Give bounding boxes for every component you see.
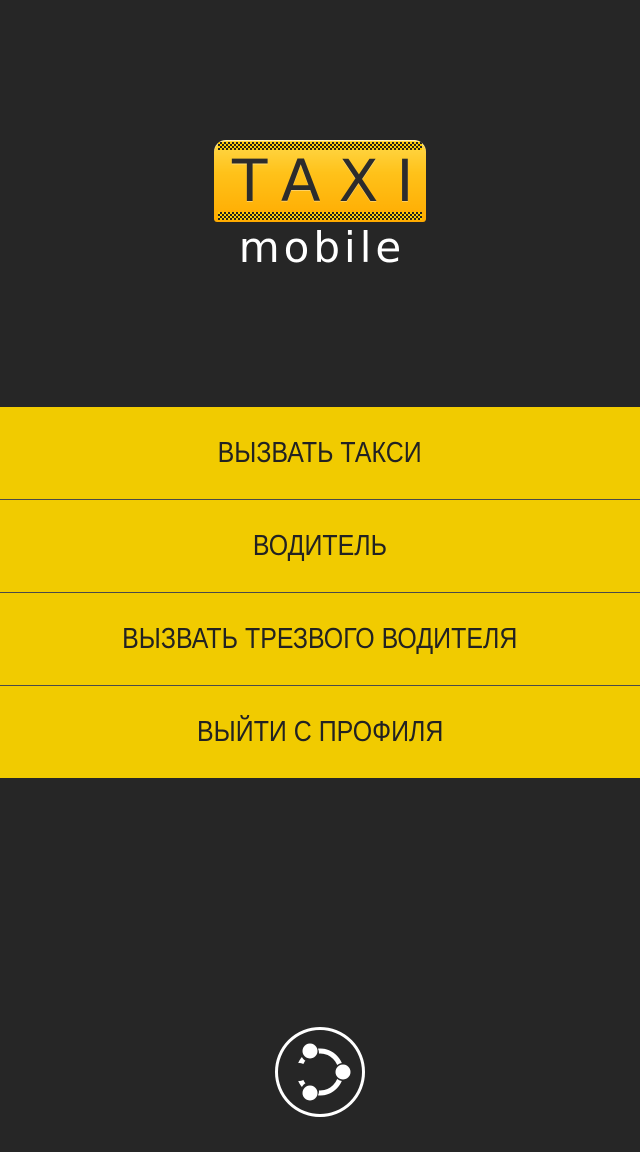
taxi-badge: TAXI: [214, 140, 426, 222]
logout-button[interactable]: ВЫЙТИ С ПРОФИЛЯ: [0, 686, 640, 778]
driver-button[interactable]: ВОДИТЕЛЬ: [0, 500, 640, 593]
app-logo: TAXI mobile: [0, 140, 640, 275]
circle-of-friends-icon-graphic: [275, 1027, 365, 1117]
logout-label: ВЫЙТИ С ПРОФИЛЯ: [196, 715, 444, 748]
checker-stripe-bottom: [218, 212, 422, 220]
call-sober-driver-label: ВЫЗВАТЬ ТРЕЗВОГО ВОДИТЕЛЯ: [122, 622, 518, 655]
call-taxi-label: ВЫЗВАТЬ ТАКСИ: [217, 436, 423, 469]
call-taxi-button[interactable]: ВЫЗВАТЬ ТАКСИ: [0, 407, 640, 500]
main-menu: ВЫЗВАТЬ ТАКСИ ВОДИТЕЛЬ ВЫЗВАТЬ ТРЕЗВОГО …: [0, 407, 640, 778]
call-sober-driver-button[interactable]: ВЫЗВАТЬ ТРЕЗВОГО ВОДИТЕЛЯ: [0, 593, 640, 686]
logo-taxi-text: TAXI: [232, 147, 426, 215]
ubuntu-circle-of-friends-icon[interactable]: [275, 1027, 365, 1117]
logo-mobile-text: mobile: [238, 223, 406, 272]
driver-label: ВОДИТЕЛЬ: [252, 529, 388, 562]
